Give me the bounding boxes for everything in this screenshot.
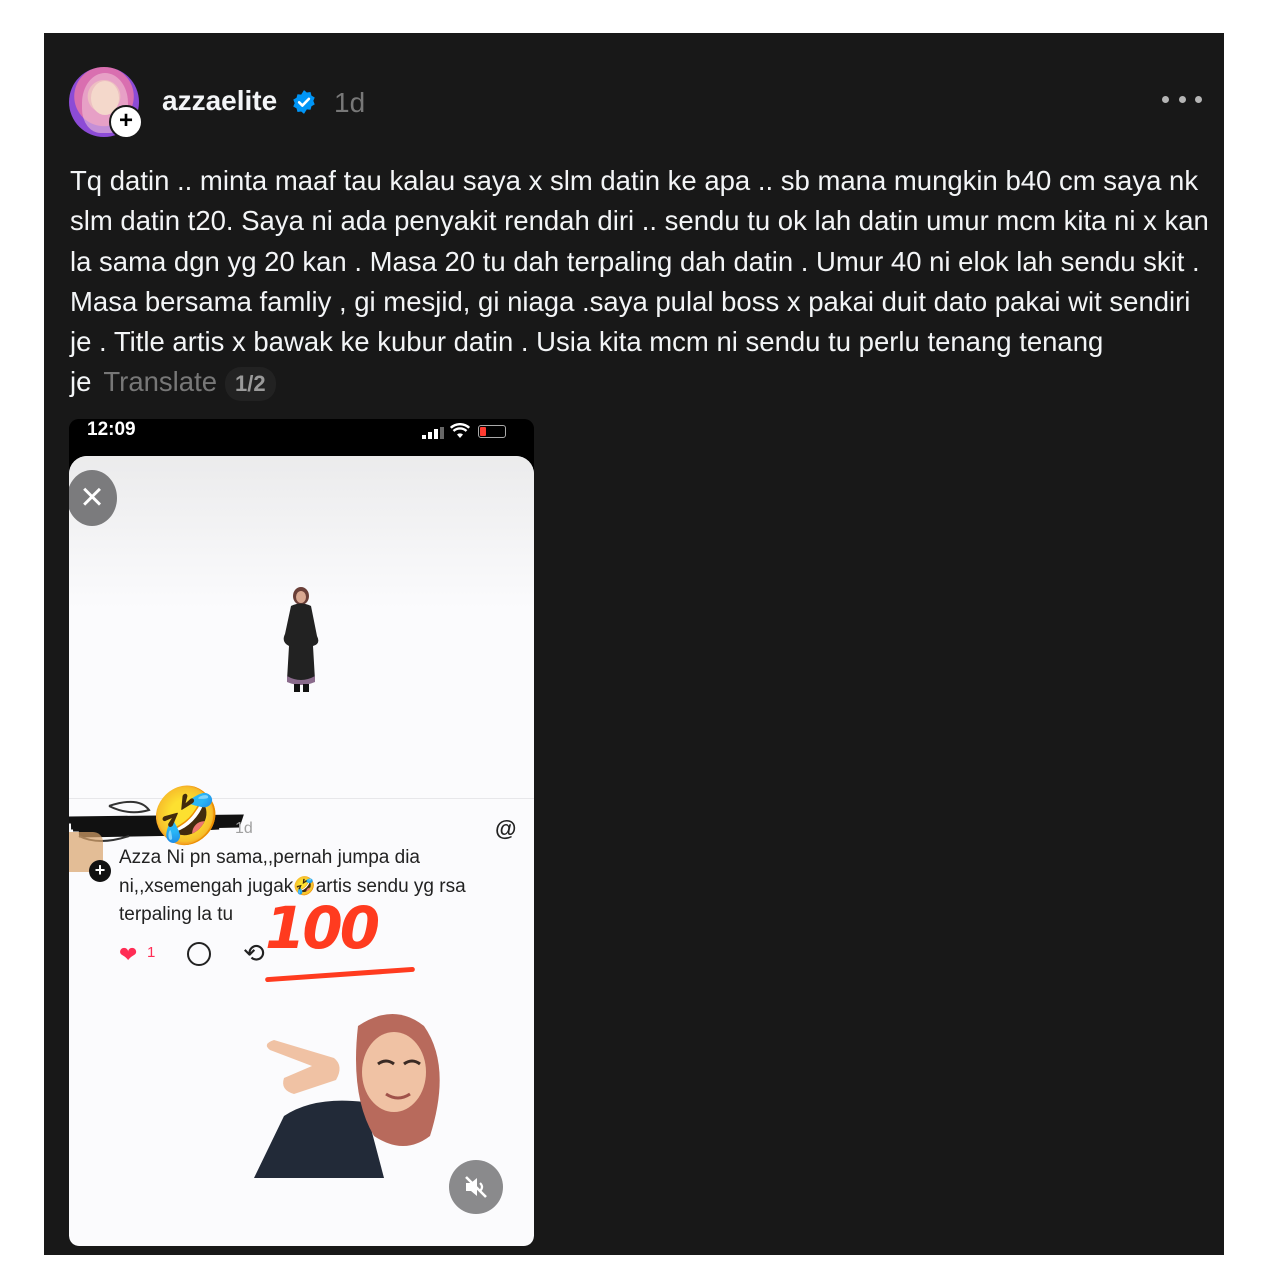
wifi-icon bbox=[450, 423, 470, 438]
threads-logo-icon: @ bbox=[495, 816, 517, 841]
dancing-figure-image bbox=[283, 587, 319, 692]
laugh-emoji-sticker: 🤣 bbox=[151, 784, 221, 847]
mute-icon[interactable] bbox=[449, 1160, 503, 1214]
close-icon[interactable]: × bbox=[69, 470, 117, 526]
media-screenshot[interactable]: 12:09 × + 🤣 1d @ Azza Ni pn sama,,pernah… bbox=[69, 419, 534, 1246]
battery-icon bbox=[478, 425, 506, 438]
verified-badge-icon bbox=[293, 90, 315, 114]
video-screen: × + 🤣 1d @ Azza Ni pn sama,,pernah jumpa… bbox=[69, 456, 534, 1246]
like-count: 1 bbox=[147, 944, 156, 961]
pointing-avatar-sticker bbox=[254, 1014, 440, 1178]
follow-plus-small-icon[interactable]: + bbox=[89, 860, 111, 882]
threads-post-card: + azzaelite 1d Tq datin .. minta maaf ta… bbox=[44, 33, 1224, 1255]
translate-link[interactable]: Translate bbox=[103, 366, 217, 397]
post-text: Tq datin .. minta maaf tau kalau saya x … bbox=[70, 161, 1210, 403]
comment-emoji: 🤣 bbox=[293, 876, 316, 896]
username[interactable]: azzaelite bbox=[162, 85, 277, 117]
hundred-sticker: 100 bbox=[265, 894, 380, 962]
status-bar: 12:09 bbox=[69, 419, 534, 457]
status-time: 12:09 bbox=[87, 419, 136, 440]
heart-icon[interactable]: ❤ bbox=[119, 944, 137, 966]
media-pager-badge: 1/2 bbox=[225, 367, 276, 402]
post-time: 1d bbox=[334, 87, 366, 118]
signal-icon bbox=[422, 427, 444, 439]
follow-plus-icon[interactable]: + bbox=[109, 105, 143, 139]
comment-time: 1d bbox=[235, 820, 253, 837]
more-options-icon[interactable] bbox=[1162, 89, 1202, 109]
reply-icon[interactable] bbox=[187, 942, 211, 966]
repost-icon[interactable]: ⟲ bbox=[243, 938, 265, 969]
post-body: Tq datin .. minta maaf tau kalau saya x … bbox=[70, 165, 1209, 398]
